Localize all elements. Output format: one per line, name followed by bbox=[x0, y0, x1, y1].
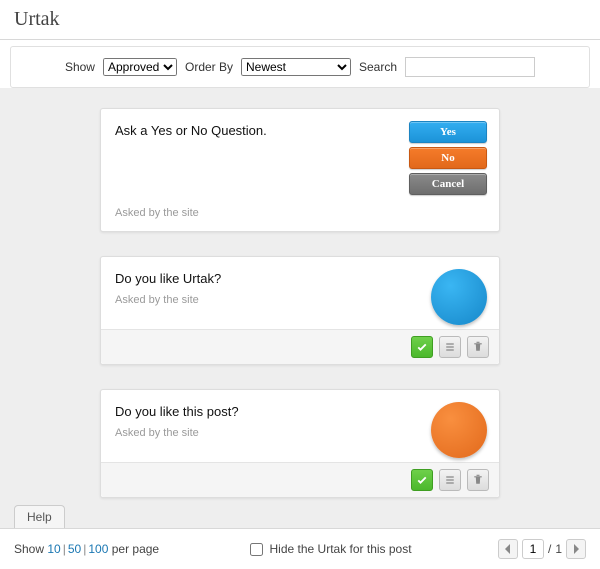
no-button[interactable]: No bbox=[409, 147, 487, 169]
question-text: Do you like this post? bbox=[115, 402, 239, 419]
show-select[interactable]: Approved bbox=[103, 58, 177, 76]
results-pie-icon[interactable] bbox=[431, 269, 487, 325]
question-meta: Asked by the site bbox=[115, 286, 221, 318]
ask-prompt[interactable]: Ask a Yes or No Question. bbox=[115, 121, 267, 195]
results-pie-icon[interactable] bbox=[431, 402, 487, 458]
check-icon bbox=[416, 341, 428, 353]
page-sep: / bbox=[548, 542, 551, 556]
archive-button[interactable] bbox=[439, 336, 461, 358]
filter-bar: Show Approved Order By Newest Search bbox=[10, 46, 590, 88]
page-total: 1 bbox=[555, 542, 562, 556]
orderby-label: Order By bbox=[185, 60, 233, 74]
show-label: Show bbox=[65, 60, 95, 74]
hide-urtak-label: Hide the Urtak for this post bbox=[270, 542, 412, 556]
delete-button[interactable] bbox=[467, 469, 489, 491]
question-meta: Asked by the site bbox=[115, 419, 239, 451]
trash-icon bbox=[472, 341, 484, 353]
orderby-select[interactable]: Newest bbox=[241, 58, 351, 76]
page-input[interactable] bbox=[522, 539, 544, 559]
chevron-left-icon bbox=[504, 544, 512, 554]
yes-button[interactable]: Yes bbox=[409, 121, 487, 143]
question-card: Do you like this post? Asked by the site bbox=[100, 389, 500, 498]
next-page-button[interactable] bbox=[566, 539, 586, 559]
cancel-button[interactable]: Cancel bbox=[409, 173, 487, 195]
pager: / 1 bbox=[498, 539, 586, 559]
per-page-10[interactable]: 10 bbox=[47, 542, 60, 556]
work-area: Ask a Yes or No Question. Yes No Cancel … bbox=[0, 88, 600, 528]
search-label: Search bbox=[359, 60, 397, 74]
app-title: Urtak bbox=[0, 0, 600, 40]
prev-page-button[interactable] bbox=[498, 539, 518, 559]
approve-button[interactable] bbox=[411, 336, 433, 358]
delete-button[interactable] bbox=[467, 336, 489, 358]
help-tab[interactable]: Help bbox=[14, 505, 65, 528]
trash-icon bbox=[472, 474, 484, 486]
bottom-bar: Show 10|50|100 per page Hide the Urtak f… bbox=[0, 528, 600, 569]
per-page-control: Show 10|50|100 per page bbox=[14, 542, 159, 556]
check-icon bbox=[416, 474, 428, 486]
list-icon bbox=[444, 474, 456, 486]
question-card: Do you like Urtak? Asked by the site bbox=[100, 256, 500, 365]
approve-button[interactable] bbox=[411, 469, 433, 491]
ask-question-card: Ask a Yes or No Question. Yes No Cancel … bbox=[100, 108, 500, 232]
hide-urtak-checkbox[interactable] bbox=[250, 543, 263, 556]
question-text: Do you like Urtak? bbox=[115, 269, 221, 286]
archive-button[interactable] bbox=[439, 469, 461, 491]
search-input[interactable] bbox=[405, 57, 535, 77]
per-page-50[interactable]: 50 bbox=[68, 542, 81, 556]
list-icon bbox=[444, 341, 456, 353]
ask-meta: Asked by the site bbox=[101, 199, 499, 231]
chevron-right-icon bbox=[572, 544, 580, 554]
per-page-100[interactable]: 100 bbox=[88, 542, 108, 556]
